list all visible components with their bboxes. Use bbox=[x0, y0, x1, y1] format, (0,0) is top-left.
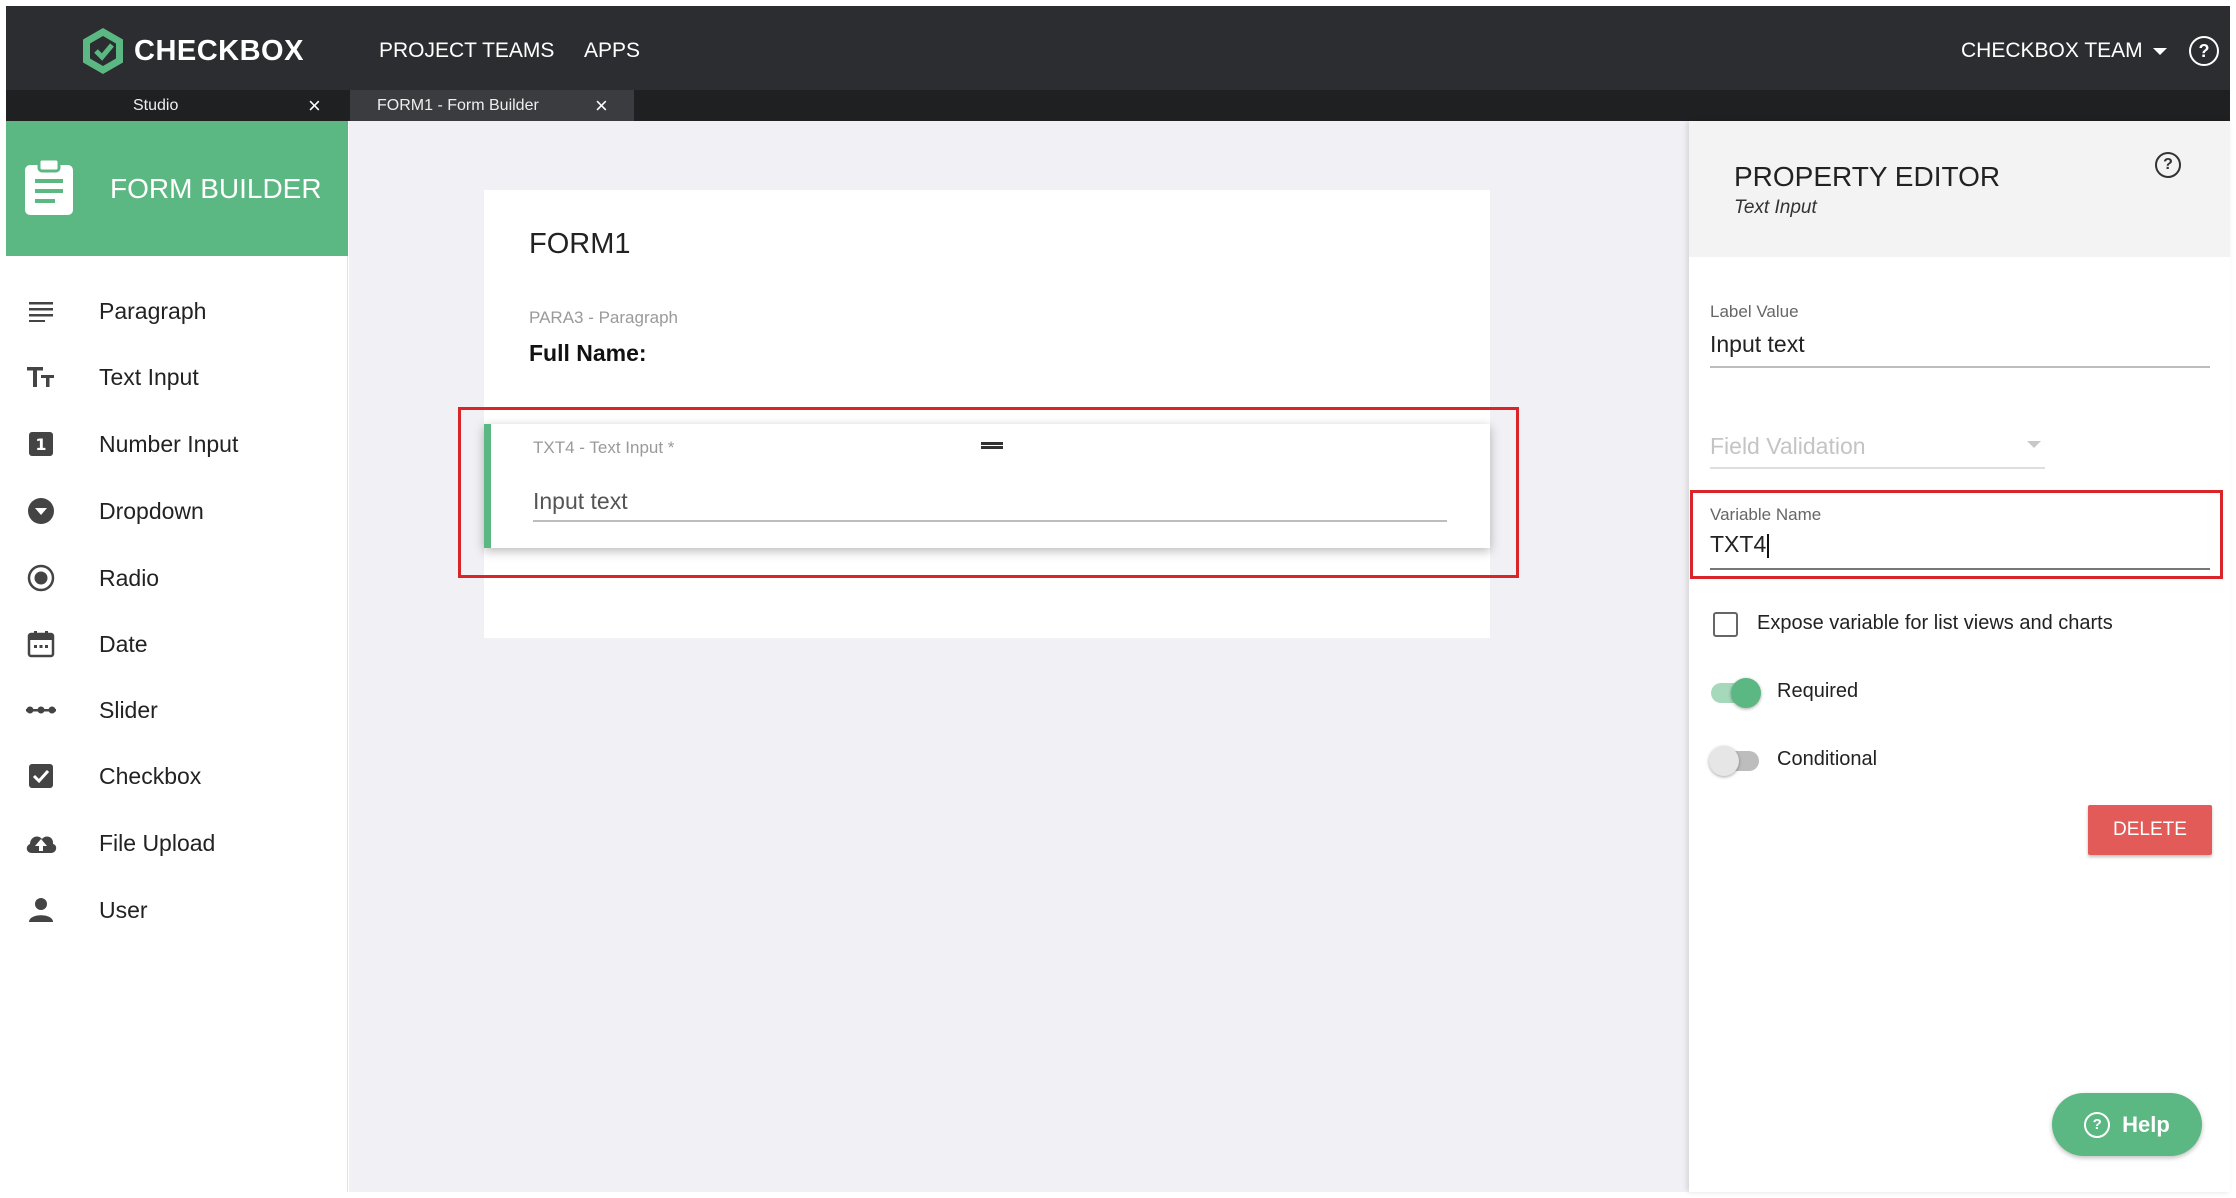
required-toggle[interactable] bbox=[1711, 678, 1761, 708]
paragraph-caption: PARA3 - Paragraph bbox=[529, 308, 678, 327]
caret-down-icon bbox=[2152, 47, 2167, 55]
help-button-label: Help bbox=[2122, 1111, 2170, 1137]
number-one-icon: 1 bbox=[24, 427, 58, 461]
highlight-box-form-field bbox=[458, 407, 1519, 578]
label-value-field[interactable]: Input text bbox=[1710, 331, 1805, 358]
label-value-caption: Label Value bbox=[1710, 302, 1799, 321]
checkbox-icon bbox=[24, 759, 58, 793]
sidebar-item-date[interactable]: Date bbox=[6, 619, 348, 669]
text-size-icon bbox=[24, 360, 58, 394]
paragraph-icon bbox=[24, 294, 58, 328]
sidebar-item-number-input[interactable]: 1 Number Input bbox=[6, 419, 348, 469]
sidebar-item-label: Dropdown bbox=[99, 497, 204, 524]
property-editor-panel: PROPERTY EDITOR Text Input ? Label Value… bbox=[1689, 121, 2230, 1192]
brand-logo[interactable]: CHECKBOX bbox=[80, 26, 304, 76]
sidebar-item-checkbox[interactable]: Checkbox bbox=[6, 751, 348, 801]
conditional-toggle[interactable] bbox=[1709, 746, 1759, 776]
sidebar-item-user[interactable]: User bbox=[6, 885, 348, 935]
required-label: Required bbox=[1777, 680, 1859, 702]
close-icon[interactable]: × bbox=[308, 93, 321, 119]
sidebar-item-radio[interactable]: Radio bbox=[6, 553, 348, 603]
property-editor-title: PROPERTY EDITOR bbox=[1734, 161, 2001, 192]
expose-variable-label: Expose variable for list views and chart… bbox=[1757, 612, 2113, 634]
help-icon[interactable]: ? bbox=[2155, 152, 2181, 178]
field-underline bbox=[1710, 366, 2210, 368]
tab-label: Studio bbox=[133, 96, 179, 114]
highlight-box-variable-name bbox=[1690, 490, 2223, 579]
calendar-icon bbox=[24, 627, 58, 661]
sidebar-item-label: Paragraph bbox=[99, 297, 207, 324]
help-button[interactable]: ? Help bbox=[2052, 1093, 2202, 1156]
nav-project-teams[interactable]: PROJECT TEAMS bbox=[379, 39, 554, 63]
sidebar-item-label: Number Input bbox=[99, 430, 239, 457]
help-icon: ? bbox=[2084, 1111, 2111, 1138]
form-builder-sidebar: FORM BUILDER Paragraph Text Input 1 Numb… bbox=[6, 121, 348, 1192]
tab-form-builder[interactable]: FORM1 - Form Builder × bbox=[350, 90, 634, 121]
delete-button[interactable]: DELETE bbox=[2088, 805, 2212, 855]
team-menu-label: CHECKBOX TEAM bbox=[1961, 39, 2143, 62]
conditional-label: Conditional bbox=[1777, 748, 1878, 770]
field-validation-placeholder: Field Validation bbox=[1710, 433, 1866, 459]
toggle-knob bbox=[1731, 678, 1761, 708]
toggle-knob bbox=[1709, 746, 1739, 776]
form-title: FORM1 bbox=[529, 228, 631, 260]
svg-text:1: 1 bbox=[35, 435, 46, 454]
sidebar-item-label: Slider bbox=[99, 696, 158, 723]
person-icon bbox=[24, 893, 58, 927]
checkbox-logo-icon bbox=[83, 28, 123, 74]
dropdown-icon bbox=[24, 494, 58, 528]
form-builder-header: FORM BUILDER bbox=[6, 121, 348, 256]
radio-icon bbox=[24, 561, 58, 595]
sidebar-item-text-input[interactable]: Text Input bbox=[6, 352, 348, 402]
sidebar-item-label: Text Input bbox=[99, 363, 199, 390]
help-icon[interactable]: ? bbox=[2189, 36, 2219, 66]
slider-icon bbox=[24, 693, 58, 727]
clipboard-icon bbox=[25, 157, 73, 215]
close-icon[interactable]: × bbox=[595, 93, 608, 119]
tab-studio[interactable]: Studio × bbox=[6, 90, 336, 121]
nav-apps[interactable]: APPS bbox=[584, 39, 640, 63]
sidebar-item-file-upload[interactable]: File Upload bbox=[6, 818, 348, 868]
form-canvas: FORM1 PARA3 - Paragraph Full Name: TXT4 … bbox=[349, 121, 1689, 1192]
brand-name: CHECKBOX bbox=[134, 34, 304, 67]
property-editor-header: PROPERTY EDITOR Text Input ? bbox=[1689, 121, 2230, 257]
sidebar-title: FORM BUILDER bbox=[110, 173, 322, 204]
tab-strip: Studio × FORM1 - Form Builder × bbox=[6, 90, 2230, 121]
sidebar-item-label: Date bbox=[99, 630, 148, 657]
paragraph-text[interactable]: Full Name: bbox=[529, 340, 647, 367]
expose-variable-checkbox[interactable] bbox=[1713, 612, 1738, 637]
sidebar-item-label: User bbox=[99, 896, 148, 923]
team-menu-dropdown[interactable]: CHECKBOX TEAM bbox=[1961, 39, 2167, 63]
property-editor-subtitle: Text Input bbox=[1734, 197, 1817, 218]
sidebar-item-dropdown[interactable]: Dropdown bbox=[6, 486, 348, 536]
field-underline bbox=[1710, 467, 2045, 469]
top-nav-bar: CHECKBOX PROJECT TEAMS APPS CHECKBOX TEA… bbox=[6, 6, 2230, 90]
sidebar-item-label: Checkbox bbox=[99, 762, 202, 789]
sidebar-item-label: Radio bbox=[99, 564, 160, 591]
caret-down-icon bbox=[2027, 441, 2041, 448]
sidebar-item-label: File Upload bbox=[99, 829, 216, 856]
cloud-upload-icon bbox=[24, 826, 58, 860]
sidebar-item-slider[interactable]: Slider bbox=[6, 685, 348, 735]
tab-label: FORM1 - Form Builder bbox=[377, 96, 539, 114]
sidebar-item-paragraph[interactable]: Paragraph bbox=[6, 286, 348, 336]
